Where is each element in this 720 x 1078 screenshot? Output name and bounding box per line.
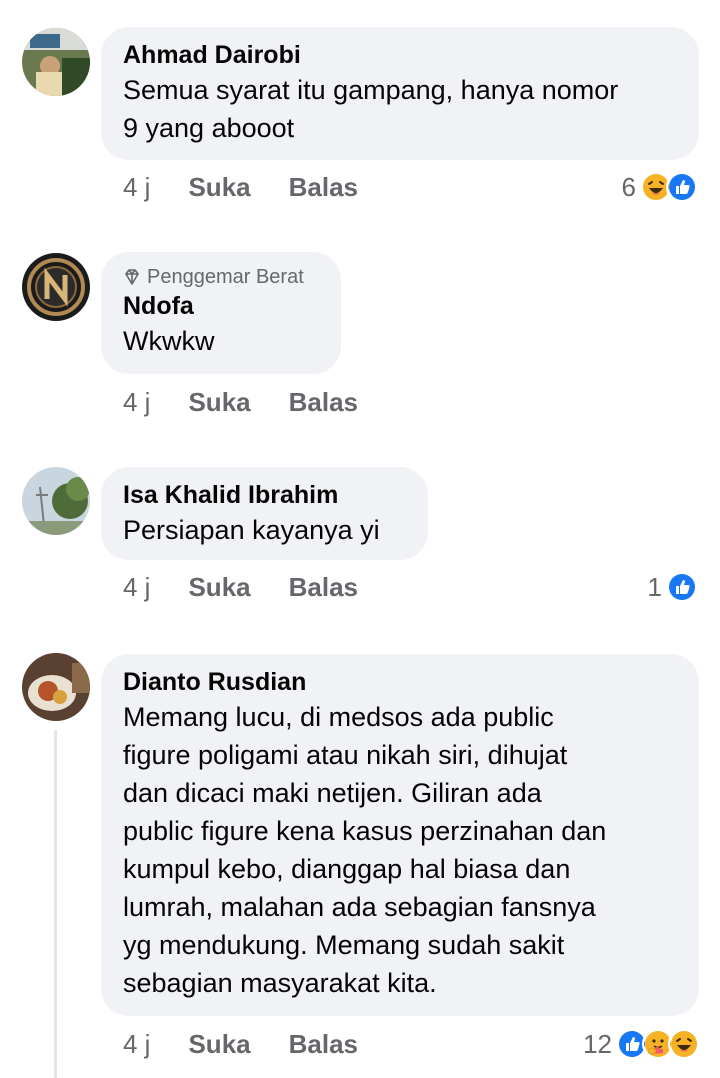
like-button[interactable]: Suka [188,572,250,603]
fan-badge-label: Penggemar Berat [147,266,304,288]
comment-time[interactable]: 4 j [123,572,150,603]
comment-text-line: lumrah, malahan ada sebagian fansnya [123,892,596,922]
comment-time[interactable]: 4 j [123,172,150,203]
reaction-count: 6 [621,171,636,202]
comment-bubble: Isa Khalid Ibrahim Persiapan kayanya yi [101,467,428,560]
comment-bubble: Dianto Rusdian Memang lucu, di medsos ad… [101,654,699,1016]
like-button[interactable]: Suka [188,387,250,418]
like-icon [666,171,698,203]
reply-button[interactable]: Balas [289,387,358,418]
comment-text-line: Memang lucu, di medsos ada public [123,702,554,732]
reaction-summary[interactable]: 6 [622,171,698,203]
comment-bubble: Penggemar Berat Ndofa Wkwkw [101,252,341,374]
reply-button[interactable]: Balas [289,572,358,603]
comment-actions: 4 j Suka Balas [123,572,396,603]
reaction-summary[interactable]: 1 [648,571,698,603]
avatar[interactable] [22,253,90,321]
reaction-count: 12 [583,1028,612,1059]
comment-author[interactable]: Ndofa [123,290,319,322]
reply-button[interactable]: Balas [289,1029,358,1060]
like-button[interactable]: Suka [188,172,250,203]
comment-actions: 4 j Suka Balas [123,387,396,418]
comment-actions: 4 j Suka Balas [123,172,396,203]
reaction-summary[interactable]: 12 [583,1028,700,1060]
comment-text-line: sebagian masyarakat kita. [123,968,437,998]
reaction-count: 1 [647,571,662,602]
avatar[interactable] [22,467,90,535]
comment-author[interactable]: Isa Khalid Ibrahim [123,479,406,511]
avatar[interactable] [22,28,90,96]
comment-actions: 4 j Suka Balas [123,1029,396,1060]
comment-text-line: Persiapan kayanya yi [123,515,380,545]
comment-text-line: Wkwkw [123,326,215,356]
comment-author[interactable]: Ahmad Dairobi [123,39,677,71]
diamond-icon [125,269,139,285]
comment-text-line: public figure kena kasus perzinahan dan [123,816,607,846]
fan-badge[interactable]: Penggemar Berat [123,264,319,290]
comment-text-line: Semua syarat itu gampang, hanya nomor [123,75,619,105]
comment-bubble: Ahmad Dairobi Semua syarat itu gampang, … [101,27,699,160]
comment-author[interactable]: Dianto Rusdian [123,666,677,698]
comment-time[interactable]: 4 j [123,1029,150,1060]
comment-time[interactable]: 4 j [123,387,150,418]
comment-text-line: figure poligami atau nikah siri, dihujat [123,740,568,770]
comment-text-line: 9 yang abooot [123,113,295,143]
haha-icon [668,1028,700,1060]
comment-text-line: kumpul kebo, dianggap hal biasa dan [123,854,571,884]
comment-text-line: yg mendukung. Memang sudah sakit [123,930,565,960]
reply-thread-line [54,730,57,1078]
comment-text-line: dan dicaci maki netijen. Giliran ada [123,778,542,808]
avatar[interactable] [22,653,90,721]
reply-button[interactable]: Balas [289,172,358,203]
like-icon [666,571,698,603]
like-button[interactable]: Suka [188,1029,250,1060]
